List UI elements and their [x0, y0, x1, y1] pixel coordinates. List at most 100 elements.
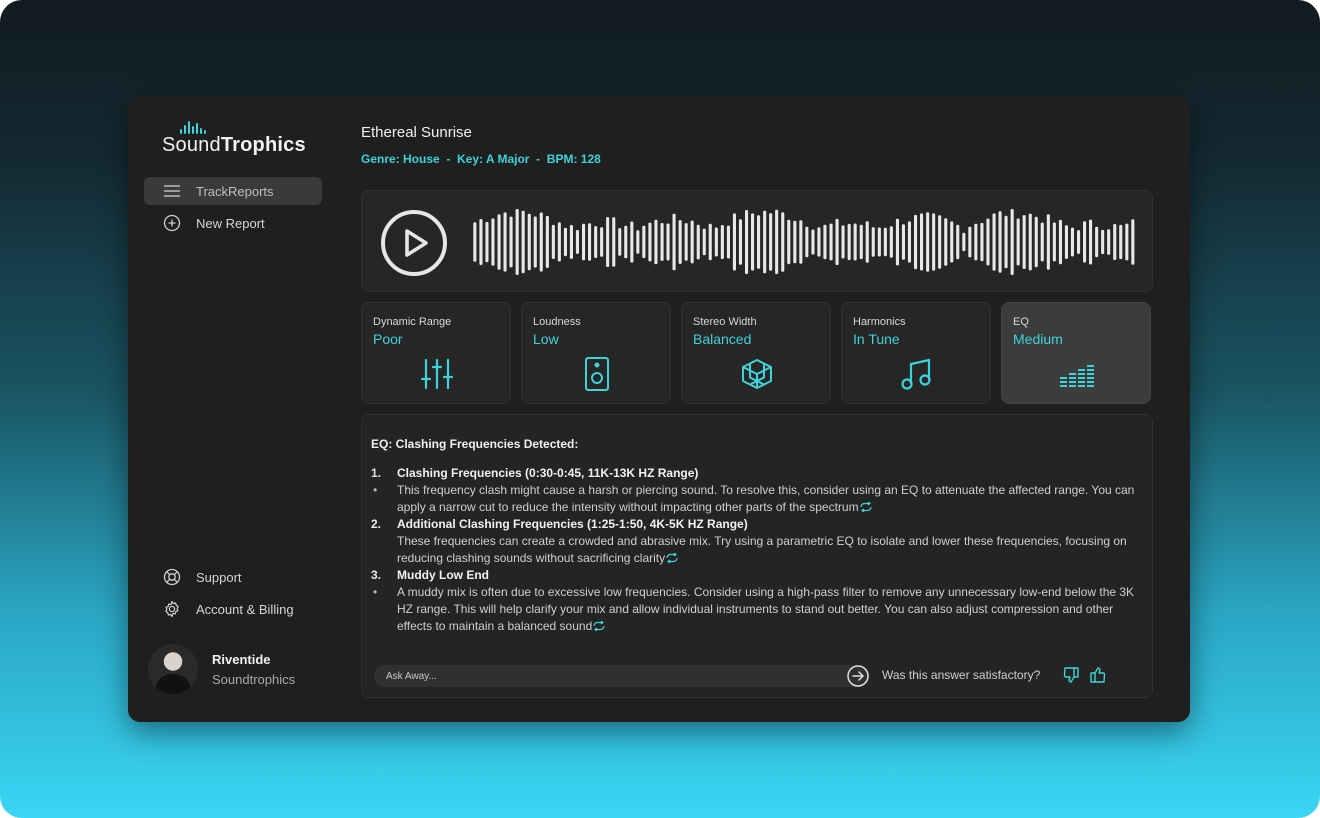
waveform-bar: [853, 223, 857, 261]
waveform-bar: [877, 227, 881, 257]
waveform-bar: [563, 227, 567, 257]
metric-card-stereo-width[interactable]: Stereo Width Balanced: [681, 302, 831, 404]
metrics-row: Dynamic Range Poor Loudness Low Stereo W…: [361, 302, 1153, 404]
sliders-icon: [420, 358, 454, 390]
waveform-bar: [720, 225, 724, 260]
thumbs-up-icon[interactable]: [1088, 665, 1108, 685]
track-meta-text: Genre: House - Key: A Major - BPM: 128: [361, 152, 601, 166]
metric-label: Stereo Width: [693, 316, 757, 328]
waveform-bar: [594, 226, 598, 258]
report-item-number-row: 1. Clashing Frequencies (0:30-0:45, 11K-…: [371, 465, 1141, 482]
item-title: Additional Clashing Frequencies (1:25-1:…: [397, 517, 748, 531]
track-meta: Genre: House - Key: A Major - BPM: 128: [361, 152, 601, 166]
sidebar-item-support[interactable]: Support: [144, 563, 322, 591]
plus-circle-icon: [162, 213, 182, 233]
waveform-bar: [1046, 214, 1050, 270]
app-window: SoundTrophics TrackReports New Report Su…: [128, 96, 1190, 722]
waveform-bar: [1113, 224, 1117, 260]
user-name: Riventide: [212, 652, 271, 667]
regenerate-icon[interactable]: [665, 553, 679, 563]
metric-value: Low: [533, 331, 559, 347]
waveform-bar: [829, 223, 833, 261]
waveform-bar: [533, 216, 537, 268]
waveform-bar: [889, 226, 893, 258]
music-note-icon: [901, 358, 931, 390]
cube-icon: [742, 359, 772, 389]
metric-card-eq[interactable]: EQ Medium: [1001, 302, 1151, 404]
waveform-bar: [992, 213, 996, 271]
waveform-bar: [600, 227, 604, 257]
waveform-bar: [817, 227, 821, 257]
item-text: This frequency clash might cause a harsh…: [397, 483, 1135, 514]
waveform-bar: [521, 210, 525, 274]
metric-card-harmonics[interactable]: Harmonics In Tune: [841, 302, 991, 404]
waveform-bar: [956, 224, 960, 260]
waveform-bar: [485, 221, 489, 263]
waveform-bar: [738, 219, 742, 265]
item-detail: A muddy mix is often due to excessive lo…: [397, 584, 1141, 635]
waveform-bar: [974, 223, 978, 261]
metric-value: Medium: [1013, 331, 1063, 347]
waveform-bar: [763, 210, 767, 274]
logo-bars-icon: [180, 120, 206, 134]
waveform-bar: [708, 223, 712, 261]
logo[interactable]: SoundTrophics: [162, 120, 312, 160]
waveform-bar: [745, 210, 749, 275]
metric-value: Poor: [373, 331, 403, 347]
item-bullet: [371, 533, 397, 567]
waveform-bar: [1004, 215, 1008, 269]
waveform-bar: [660, 223, 664, 261]
sidebar-item-account-billing[interactable]: Account & Billing: [144, 595, 322, 623]
waveform-bar: [684, 223, 688, 261]
waveform-bar: [714, 227, 718, 257]
item-bullet: •: [373, 483, 378, 497]
thumbs-down-icon[interactable]: [1062, 665, 1082, 685]
waveform-bar: [678, 220, 682, 264]
metric-card-dynamic-range[interactable]: Dynamic Range Poor: [361, 302, 511, 404]
waveform[interactable]: [472, 199, 1136, 285]
play-button[interactable]: [380, 209, 448, 277]
waveform-bar: [895, 218, 899, 266]
logo-text-bold: Trophics: [220, 134, 306, 156]
user-profile[interactable]: Riventide Soundtrophics: [148, 644, 328, 700]
waveform-bar: [1131, 219, 1135, 265]
waveform-bar: [515, 209, 519, 275]
waveform-bar: [702, 228, 706, 256]
metric-label: EQ: [1013, 316, 1029, 328]
feedback-question: Was this answer satisfactory?: [882, 668, 1041, 682]
waveform-bar: [907, 221, 911, 263]
sidebar-item-trackreports[interactable]: TrackReports: [144, 177, 322, 205]
item-title: Muddy Low End: [397, 568, 489, 582]
waveform-bar: [557, 222, 561, 262]
waveform-bar: [1034, 216, 1038, 268]
gear-icon: [162, 599, 182, 619]
waveform-bar: [901, 224, 905, 260]
track-title: Ethereal Sunrise: [361, 124, 472, 141]
send-arrow-icon[interactable]: [846, 664, 870, 688]
waveform-bar: [582, 223, 586, 261]
menu-icon: [162, 181, 182, 201]
waveform-bar: [932, 213, 936, 271]
regenerate-icon[interactable]: [592, 621, 606, 631]
waveform-bar: [575, 230, 579, 254]
regenerate-icon[interactable]: [859, 502, 873, 512]
waveform-bar: [654, 219, 658, 265]
report-item-detail-row: • This frequency clash might cause a har…: [371, 482, 1141, 516]
sidebar-item-new-report[interactable]: New Report: [144, 209, 322, 237]
background-gradient: SoundTrophics TrackReports New Report Su…: [0, 0, 1320, 818]
waveform-bar: [473, 222, 477, 262]
ask-input[interactable]: [374, 665, 870, 687]
waveform-bar: [612, 217, 616, 267]
metric-card-loudness[interactable]: Loudness Low: [521, 302, 671, 404]
waveform-bar: [1125, 223, 1129, 261]
item-text: A muddy mix is often due to excessive lo…: [397, 585, 1135, 633]
item-detail: These frequencies can create a crowded a…: [397, 533, 1141, 567]
waveform-bar: [944, 218, 948, 266]
waveform-bar: [648, 222, 652, 262]
waveform-bar: [1095, 226, 1099, 258]
waveform-bar: [1070, 227, 1074, 257]
waveform-bar: [630, 221, 634, 263]
waveform-bar: [551, 224, 555, 259]
waveform-bar: [998, 211, 1002, 273]
item-bullet: •: [373, 585, 378, 599]
